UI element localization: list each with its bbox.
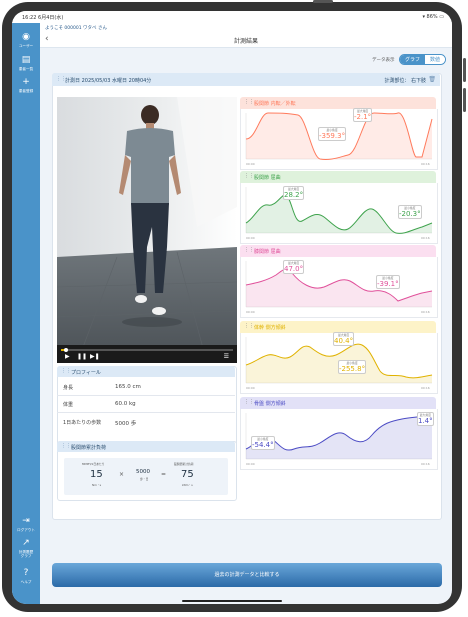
screen: 16:22 6月4日(水) ▾ 86% ▭ ◉ ユーザー ▤ 患者一覧 + 患者登録 … — [12, 11, 452, 604]
drag-handle-icon: ⋮⋮ — [61, 443, 71, 449]
min-angle-callout: 最小角度 -54.4° — [251, 436, 275, 450]
play-icon[interactable]: ▶ — [65, 353, 70, 360]
svg-text:00:00: 00:00 — [246, 462, 255, 466]
sidebar-item-register[interactable]: + 患者登録 — [12, 77, 40, 94]
help-icon: ? — [23, 568, 29, 578]
profile-row-weight: 体重 60.0 kg — [57, 396, 235, 413]
hip-load-header: ⋮⋮ 股関節累計負荷 — [57, 441, 235, 452]
sidebar-item-history[interactable]: ↗ 計測履歴 グラフ — [12, 538, 40, 559]
display-toggle: グラフ 数値 — [398, 54, 446, 65]
hip-load-title: 股関節累計負荷 — [71, 445, 107, 451]
session-part: 計測部位： 右下肢 — [384, 78, 426, 84]
min-angle-callout: 最小角度 -255.8° — [338, 360, 367, 374]
video-scrubber[interactable] — [64, 348, 68, 352]
panel-title: 体幹 側方傾斜 — [254, 325, 286, 331]
panel-header: ⋮⋮ 膝関節 屈曲 — [240, 245, 436, 257]
svg-text:00:00: 00:00 — [246, 386, 255, 390]
min-angle-callout: 最小角度 -359.3° — [318, 127, 347, 141]
compare-button[interactable]: 過去の計測データと比較する — [52, 563, 442, 587]
drag-handle-icon: ⋮⋮ — [244, 173, 254, 179]
mmph-value: 15 — [90, 469, 103, 480]
panel-title: 骨盤 側方傾斜 — [254, 401, 286, 407]
top-button — [313, 0, 333, 3]
display-toggle-label: データ表示 — [372, 58, 395, 63]
video-progress-track[interactable] — [61, 349, 233, 351]
panel-title: 膝関節 屈曲 — [254, 249, 281, 255]
max-angle-callout: 最大角度 28.2° — [283, 186, 305, 200]
plus-icon: + — [22, 77, 30, 87]
svg-text:00:16: 00:16 — [421, 236, 430, 240]
list-icon: ▤ — [21, 55, 31, 65]
svg-text:00:16: 00:16 — [421, 162, 430, 166]
home-indicator — [182, 600, 282, 602]
panel-header: ⋮⋮ 股関節 屈曲 — [240, 171, 436, 183]
toggle-graph[interactable]: グラフ — [399, 55, 425, 64]
max-angle-callout: 最大角度 -2.1° — [353, 108, 373, 122]
panel-chart: 00:00 00:16 — [245, 261, 433, 314]
sidebar-item-logout[interactable]: ⇥ ログアウト — [12, 516, 40, 533]
svg-text:00:16: 00:16 — [421, 386, 430, 390]
session-date: 計測日 2025/05/03 水曜日 20時04分 — [65, 78, 152, 84]
video-player[interactable] — [57, 97, 237, 363]
pause-icon[interactable]: ❚❚ — [77, 353, 87, 360]
min-angle-callout: 最小角度 -39.1° — [376, 275, 400, 289]
panel-title: 股関節 内転／外転 — [254, 101, 296, 107]
drag-handle-icon: ⋮⋮ — [244, 247, 254, 253]
max-angle-callout: 最大角度 40.4° — [333, 332, 355, 346]
display-toggle-row: データ表示 グラフ 数値 — [372, 54, 446, 65]
svg-text:00:00: 00:00 — [246, 310, 255, 314]
sidebar-item-user[interactable]: ◉ ユーザー — [12, 32, 40, 49]
logout-icon: ⇥ — [22, 516, 30, 526]
panel-header: ⋮⋮ 骨盤 側方傾斜 — [240, 397, 436, 409]
status-time: 16:22 6月4日(水) — [22, 15, 64, 21]
welcome-text: ようこそ 000001 ワタベ さん — [45, 26, 107, 31]
toggle-numeric[interactable]: 数値 — [424, 55, 445, 64]
max-angle-callout: 最大角度 47.0° — [283, 260, 305, 274]
top-bar: ようこそ 000001 ワタベ さん ‹ 計測結果 — [40, 23, 452, 48]
trash-icon[interactable]: 🗑 — [428, 76, 436, 83]
svg-text:00:00: 00:00 — [246, 236, 255, 240]
drag-handle-icon: ⋮⋮ — [61, 368, 71, 374]
status-right: ▾ 86% ▭ — [422, 14, 444, 20]
session-bar: ⋮⋮ 計測日 2025/05/03 水曜日 20時04分 計測部位： 右下肢 🗑 — [52, 73, 440, 86]
menu-icon[interactable]: ☰ — [224, 353, 229, 360]
page-title: 計測結果 — [233, 38, 258, 45]
drag-handle-icon: ⋮⋮ — [244, 323, 254, 329]
steps-value: 5000 — [136, 469, 150, 475]
volume-down-button — [463, 88, 466, 112]
svg-text:00:00: 00:00 — [246, 162, 255, 166]
chart-icon: ↗ — [22, 538, 30, 548]
min-angle-callout: 最小角度 -20.3° — [398, 205, 422, 219]
svg-text:00:16: 00:16 — [421, 310, 430, 314]
step-icon[interactable]: ▶❚ — [90, 353, 100, 360]
video-controls: ▶ ❚❚ ▶❚ ☰ — [57, 345, 237, 363]
panel-title: 股関節 屈曲 — [254, 175, 281, 181]
sidebar: ◉ ユーザー ▤ 患者一覧 + 患者登録 ⇥ ログアウト ↗ 計測履歴 グラフ ? ヘルプ — [12, 23, 40, 604]
profile-header: ⋮⋮ プロフィール — [57, 366, 235, 377]
user-icon: ◉ — [22, 32, 30, 42]
hip-load-formula: MMPH/1日あたり 15 Nm・s × 5000 歩・日 = 股関節累計負荷 … — [64, 458, 228, 495]
sidebar-item-help[interactable]: ? ヘルプ — [12, 568, 40, 585]
profile-row-height: 身長 165.0 cm — [57, 379, 235, 396]
video-frame — [57, 97, 237, 363]
svg-text:00:16: 00:16 — [421, 462, 430, 466]
panel-graph: 00:00 00:16 — [240, 257, 438, 318]
panel-header: ⋮⋮ 股関節 内転／外転 — [240, 97, 436, 109]
profile-title: プロフィール — [71, 370, 101, 376]
profile-row-steps: 1日あたりの歩数 5000 歩 — [63, 420, 137, 427]
sidebar-item-patients[interactable]: ▤ 患者一覧 — [12, 55, 40, 72]
drag-handle-icon: ⋮⋮ — [244, 99, 254, 105]
hip-load-value: 75 — [181, 469, 194, 480]
volume-up-button — [463, 58, 466, 82]
status-bar: 16:22 6月4日(水) ▾ 86% ▭ — [12, 11, 452, 23]
max-angle-callout: 最大角度 1.4° — [417, 412, 434, 426]
drag-handle-icon: ⋮⋮ — [244, 399, 254, 405]
